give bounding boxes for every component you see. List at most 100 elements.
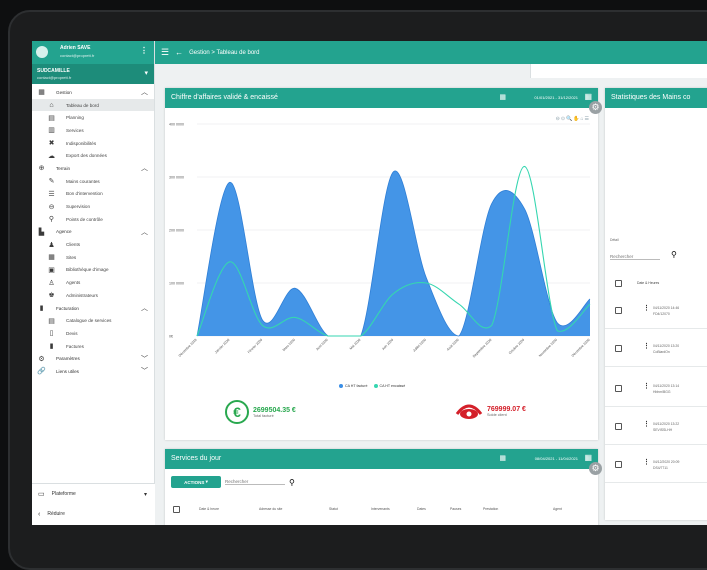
column-header[interactable]: Pauses [450,507,461,511]
sidebar-item-label: Indisponibilités [66,140,97,146]
services-toolbar: ACTIONS ▾ ⚲ [171,476,295,488]
sidebar-item-tableau-de-bord[interactable]: ⌂ Tableau de bord [32,98,154,112]
stats-card: Statistiques des Mains co Détail ⚲ Date … [605,88,707,520]
sidebar-item-label: Clients [66,242,81,248]
chevron-up-icon: ︿ [141,305,148,313]
legend-item[interactable]: CA HT facturé [339,384,368,389]
avatar[interactable] [36,46,48,58]
agents-icon: ♙ [48,279,55,287]
sidebar-section-facturation[interactable]: ▮ Facturation ︿ [32,302,154,315]
sidebar-item-label: Catalogue de services [66,318,112,324]
actions-button[interactable]: ACTIONS ▾ [171,476,221,488]
user-menu-icon[interactable]: ⋮ [140,46,148,55]
y-tick-label: 100 0000 [169,282,184,286]
sidebar-item-label: Planning [66,115,84,121]
chevron-up-icon: ︿ [141,89,148,97]
sidebar-item-administrateurs[interactable]: ♚ Administrateurs [32,289,154,302]
row-menu-icon[interactable]: ⋮ [643,304,650,312]
calendar-icon[interactable]: ▦ [584,453,592,462]
row-menu-icon[interactable]: ⋮ [643,458,650,466]
revenue-chart-card: Chiffre d'affaires validé & encaissé ▦ 0… [165,88,602,440]
sidebar-item-export[interactable]: ☁ Export des données [32,149,154,162]
export-icon: ☁ [48,152,55,160]
row-ref: CoBiardOn [653,350,670,354]
column-header[interactable]: Statut [329,507,338,511]
row-menu-icon[interactable]: ⋮ [643,420,650,428]
sidebar-item-devis[interactable]: ▯ Devis [32,327,154,340]
hamburger-icon[interactable]: ☰ [161,47,169,58]
settings-icon: ⚙ [38,355,45,363]
sidebar-item-liens-utiles[interactable]: 🔗 Liens utiles ﹀ [32,365,154,378]
sidebar-item-label: Paramètres [56,356,80,362]
column-header[interactable]: Intervenants [371,507,390,511]
search-icon[interactable]: ⚲ [671,250,677,259]
search-input[interactable] [225,479,285,485]
sidebar-section-gestion[interactable]: ▦ Gestion ︿ [32,86,154,99]
select-all-checkbox[interactable] [615,280,622,287]
sidebar-section-label: Facturation [56,305,79,311]
y-tick-label: 300 0000 [169,176,184,180]
column-header[interactable]: Prestation [483,507,498,511]
kpi-solde-client: 769999.07 € Solde client [455,400,526,422]
sidebar-item-services[interactable]: ▥ Services [32,124,154,137]
revenue-chart: 400 0000 300 0000 200 0000 100 0000 0€ Décemb… [169,123,591,359]
caret-down-icon: ▾ [143,491,147,498]
sidebar-item-bibliotheque[interactable]: ▣ Bibliothèque d'image [32,264,154,277]
x-tick-label: Avril 2020 [315,338,329,352]
services-icon: ▥ [48,127,55,135]
sidebar-section-agence[interactable]: ▙ Agence ︿ [32,226,154,239]
column-header[interactable]: Adresse du site [259,507,282,511]
sidebar-item-supervision[interactable]: ⊖ Supervision [32,200,154,213]
row-date: 04/11/2020 14:46 [653,306,680,310]
company-selector[interactable]: SUDCAMILLE contact@proprett.fr ▾ [32,64,154,84]
column-header[interactable]: Date & heure [199,507,219,511]
sidebar-item-clients[interactable]: ♟ Clients [32,238,154,251]
row-checkbox[interactable] [615,423,622,430]
search-icon[interactable]: ⚲ [289,478,295,487]
calendar-icon[interactable]: ▦ [499,454,506,462]
column-header[interactable]: Agent [553,507,562,511]
sidebar-item-bon-intervention[interactable]: ☰ Bon d'intervention [32,188,154,201]
sidebar-item-planning[interactable]: ▤ Planning [32,111,154,124]
row-checkbox[interactable] [615,307,622,314]
facturation-icon: ▮ [39,305,44,313]
sidebar-item-mains-courantes[interactable]: ✎ Mains courantes [32,175,154,188]
select-all-checkbox[interactable] [173,506,180,513]
sidebar-item-catalogue[interactable]: ▤ Catalogue de services [32,314,154,327]
kpi-label: Solde client [487,412,507,417]
gear-icon[interactable]: ⚙ [589,462,602,475]
sidebar-user-header: Adrien SAVE contact@proprett.fr ⋮ [32,41,154,64]
date-range[interactable]: 08/04/2021 - 11/04/2021 [535,456,578,461]
row-menu-icon[interactable]: ⋮ [643,382,650,390]
platform-selector[interactable]: ▭ Plateforme ▾ [32,484,155,504]
sidebar-item-parametres[interactable]: ⚙ Paramètres ﹀ [32,352,154,365]
agence-icon: ▙ [38,228,45,236]
row-menu-icon[interactable]: ⋮ [643,342,650,350]
row-checkbox[interactable] [615,385,622,392]
sidebar-section-label: Gestion [56,89,72,95]
gear-icon[interactable]: ⚙ [589,101,602,114]
x-tick-label: Septembre 2020 [472,338,493,359]
euro-icon: € [225,400,249,424]
row-ref: DS4/7711 [653,466,668,470]
row-checkbox[interactable] [615,461,622,468]
chevron-up-icon: ︿ [141,228,148,236]
dashboard-icon: ⌂ [49,101,54,109]
sidebar-section-terrain[interactable]: ⊕ Terrain ︿ [32,162,154,175]
collapse-sidebar-button[interactable]: ‹ Réduire [32,504,155,524]
sidebar-item-points-controle[interactable]: ⚲ Points de contrôle [32,213,154,226]
back-arrow-icon[interactable]: ← [175,48,183,57]
sidebar-item-sites[interactable]: ▦ Sites [32,251,154,264]
calendar-icon[interactable]: ▦ [584,92,592,101]
row-checkbox[interactable] [615,345,622,352]
search-input[interactable] [610,254,660,260]
legend-label: CA HT encaissé [379,384,406,388]
sidebar-item-factures[interactable]: ▮ Factures [32,340,154,353]
sidebar-item-agents[interactable]: ♙ Agents [32,276,154,289]
legend-item[interactable]: CA HT encaissé [373,384,406,389]
column-header[interactable]: Dates [417,507,426,511]
calendar-icon[interactable]: ▦ [499,93,506,101]
date-range[interactable]: 01/01/2021 - 31/12/2021 [534,95,578,100]
sidebar-item-indisponibilites[interactable]: ✖ Indisponibilités [32,137,154,150]
sidebar-item-label: Administrateurs [66,292,98,298]
